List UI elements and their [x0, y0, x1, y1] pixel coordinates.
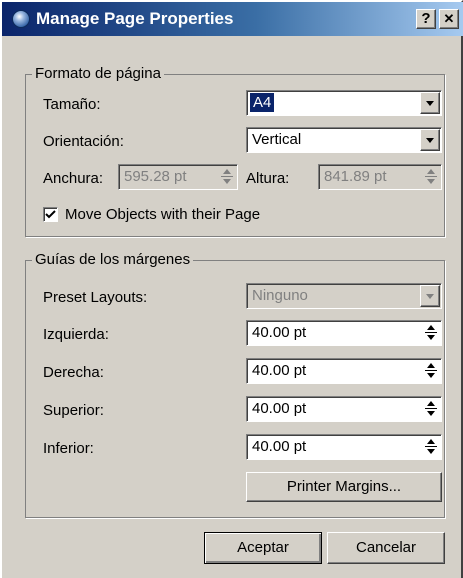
height-field[interactable]: 841.89 pt	[318, 164, 442, 190]
right-margin-stepper-icon[interactable]	[424, 362, 438, 380]
left-margin-field[interactable]: 40.00 pt	[246, 320, 442, 346]
orientation-label: Orientación:	[43, 133, 124, 150]
preset-layouts-select[interactable]: Ninguno	[246, 283, 442, 309]
bottom-margin-label: Inferior:	[43, 440, 94, 457]
top-margin-field[interactable]: 40.00 pt	[246, 396, 442, 422]
title-bar[interactable]: Manage Page Properties ? ✕	[2, 2, 463, 36]
window-title: Manage Page Properties	[36, 9, 234, 28]
dialog-window: Manage Page Properties ? ✕ Formato de pá…	[0, 0, 463, 578]
chevron-down-icon[interactable]	[420, 129, 440, 151]
size-label: Tamaño:	[43, 96, 101, 113]
width-label: Anchura:	[43, 170, 104, 187]
bottom-margin-stepper-icon[interactable]	[424, 438, 438, 456]
size-select[interactable]: A4	[246, 90, 442, 116]
preset-layouts-label: Preset Layouts:	[43, 289, 148, 306]
height-stepper-icon[interactable]	[424, 168, 438, 186]
width-stepper-icon[interactable]	[220, 168, 234, 186]
accept-button[interactable]: Aceptar	[204, 532, 322, 564]
left-margin-stepper-icon[interactable]	[424, 324, 438, 342]
top-margin-stepper-icon[interactable]	[424, 400, 438, 418]
move-objects-checkbox[interactable]	[43, 207, 58, 222]
left-margin-label: Izquierda:	[43, 326, 109, 343]
checkmark-icon	[45, 210, 56, 219]
bottom-margin-field[interactable]: 40.00 pt	[246, 434, 442, 460]
bottom-margin-value: 40.00 pt	[252, 438, 307, 455]
move-objects-label[interactable]: Move Objects with their Page	[65, 206, 260, 223]
width-field-value: 595.28 pt	[124, 168, 187, 185]
page-format-legend: Formato de página	[32, 65, 164, 82]
close-button[interactable]: ✕	[439, 9, 459, 29]
preset-layouts-value: Ninguno	[252, 287, 308, 304]
height-label: Altura:	[246, 170, 290, 187]
width-field[interactable]: 595.28 pt	[118, 164, 238, 190]
margin-guides-legend: Guías de los márgenes	[32, 251, 194, 268]
cancel-button[interactable]: Cancelar	[327, 532, 445, 564]
app-logo-icon	[12, 10, 30, 28]
help-button[interactable]: ?	[416, 9, 436, 29]
orientation-select[interactable]: Vertical	[246, 127, 442, 153]
top-margin-value: 40.00 pt	[252, 400, 307, 417]
chevron-down-icon[interactable]	[420, 285, 440, 307]
orientation-select-value: Vertical	[252, 131, 302, 148]
height-field-value: 841.89 pt	[324, 168, 387, 185]
printer-margins-button[interactable]: Printer Margins...	[246, 472, 442, 502]
right-margin-value: 40.00 pt	[252, 362, 307, 379]
size-select-value: A4	[250, 93, 275, 112]
right-margin-label: Derecha:	[43, 364, 104, 381]
chevron-down-icon[interactable]	[420, 92, 440, 114]
left-margin-value: 40.00 pt	[252, 324, 307, 341]
right-margin-field[interactable]: 40.00 pt	[246, 358, 442, 384]
top-margin-label: Superior:	[43, 402, 104, 419]
